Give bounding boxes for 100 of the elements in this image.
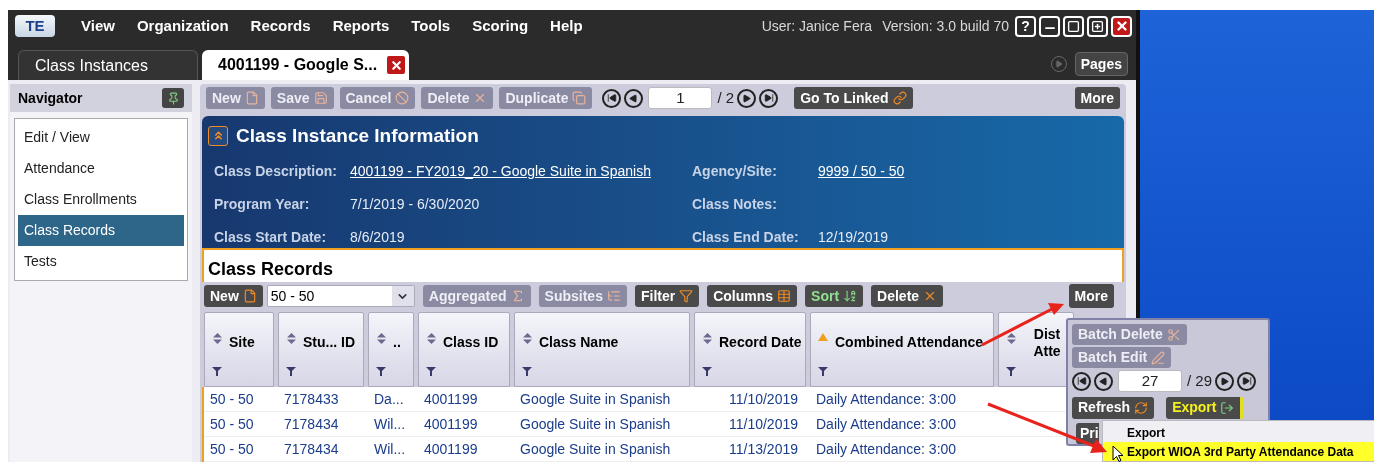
column-header[interactable]: Record Date [694,312,806,387]
site-select[interactable]: 50 - 50 [266,285,415,307]
column-header[interactable]: .. [368,312,414,387]
field-link[interactable]: 9999 / 50 - 50 [818,160,905,182]
filter-icon[interactable] [522,367,532,376]
navigator-item[interactable]: Class Records [18,215,184,246]
field-label: Class End Date: [692,227,800,247]
navigator-item[interactable]: Class Enrollments [18,184,184,215]
link-icon [892,91,907,106]
tab[interactable]: 4001199 - Google S... [202,50,410,80]
sort-icon[interactable] [522,333,532,344]
menu-item[interactable]: Tools [411,14,451,38]
table-cell-text: 11/13/2019 [727,439,799,459]
sort-icon[interactable] [1006,333,1016,344]
first-page-icon[interactable] [1072,371,1091,391]
last-page-icon[interactable] [759,88,779,108]
filter-icon[interactable] [702,367,712,376]
restore-icon[interactable] [1087,15,1108,37]
filter-icon[interactable] [376,367,386,376]
more-button[interactable]: More [1068,284,1114,308]
filter-icon[interactable] [212,367,222,376]
column-label: Class ID [443,334,500,351]
maximize-icon[interactable] [1063,15,1084,37]
navigator-item[interactable]: Edit / View [18,122,184,153]
export-button[interactable]: Export [1166,396,1245,419]
sort-icon[interactable] [286,333,296,344]
submenu-item[interactable]: Export WIOA 3rd Party Attendance Data [1103,442,1374,461]
previous-page-icon[interactable] [624,88,644,108]
table-cell-text: 4001199 [423,389,479,409]
menu-item[interactable]: Records [250,14,311,38]
column-label: .. [393,334,402,351]
table-cell-text: Daily Attendance: 3:00 [815,389,958,409]
column-label: Stu... ID [303,334,357,351]
cancel-icon [395,91,410,106]
sort-button[interactable]: Sort [805,285,864,307]
sort-icon [843,289,858,303]
page-field[interactable]: 27 [1118,370,1182,393]
table-cell-text: 7178433 [283,389,340,409]
link-button[interactable]: Go To Linked [794,87,913,110]
sort-icon[interactable] [376,333,386,344]
filter-button[interactable]: Filter [634,285,700,307]
menu-item[interactable]: Scoring [472,14,529,38]
column-label: Site [229,334,256,351]
next-page-icon[interactable] [1215,371,1235,391]
submenu-item[interactable]: Export [1103,423,1374,442]
new-button[interactable]: New [204,285,263,307]
refresh-button[interactable]: Refresh [1072,396,1155,419]
filter-icon[interactable] [426,367,436,376]
table-cell-text: 7178434 [283,439,340,459]
column-header[interactable]: Class Name [514,312,690,387]
column-header[interactable]: Class ID [418,312,510,387]
previous-page-icon[interactable] [1094,371,1113,391]
column-header[interactable]: Combined Attendance [810,312,994,387]
table-cell-text: Google Suite in Spanish [519,389,672,409]
first-page-icon[interactable] [602,88,622,108]
more-button[interactable]: More [1074,87,1120,110]
columns-button[interactable]: Columns [707,285,798,307]
cursor-icon [1112,445,1124,462]
navigator-item[interactable]: Attendance [18,153,184,184]
app-logo[interactable]: TE [15,15,55,37]
close-tab-icon[interactable] [387,56,406,74]
navigator-item[interactable]: Tests [18,246,184,277]
filter-icon [679,289,694,303]
column-label: Dist Atte [1032,325,1062,360]
column-header[interactable]: Site [204,312,274,387]
field-link[interactable]: 4001199 - FY2019_20 - Google Suite in Spanish [350,160,651,182]
table-cell-text: 11/10/2019 [727,389,799,409]
sort-icon[interactable] [212,333,222,344]
table-cell-text: 50 - 50 [209,389,255,409]
field-label: Agency/Site: [692,161,778,181]
dropdown-icon[interactable] [391,286,414,306]
export-icon [1220,400,1235,415]
menu-item[interactable]: Organization [136,14,229,38]
copy-icon [572,91,587,106]
pages-button[interactable]: Pages [1074,52,1128,76]
filter-icon[interactable] [286,367,296,376]
next-page-icon[interactable] [737,88,757,108]
page-total: / 2 [717,88,735,108]
sort-icon[interactable] [426,333,436,344]
column-header[interactable]: Stu... ID [278,312,364,387]
close-icon[interactable] [1111,15,1132,37]
pin-icon[interactable] [162,88,184,108]
pencil-icon [1151,350,1166,365]
collapse-icon[interactable] [208,125,228,146]
user-label: User: Janice Fera [761,16,873,36]
table-cell-text: Google Suite in Spanish [519,414,672,434]
table-cell-text: 4001199 [423,414,479,434]
page-field[interactable]: 1 [648,87,713,110]
menu-item[interactable]: Reports [332,14,390,38]
last-page-icon[interactable] [1237,371,1257,391]
minimize-icon[interactable] [1039,15,1060,37]
delete-button[interactable]: Delete [871,285,944,307]
info-title: Class Instance Information [236,123,479,148]
filter-icon[interactable] [1006,367,1016,376]
filter-icon[interactable] [818,367,828,376]
menu-item[interactable]: View [81,14,115,38]
sort-icon[interactable] [702,333,712,344]
menu-item[interactable]: Help [550,14,583,38]
help-button[interactable]: ? [1015,15,1036,37]
tab[interactable]: Class Instances [18,50,198,80]
